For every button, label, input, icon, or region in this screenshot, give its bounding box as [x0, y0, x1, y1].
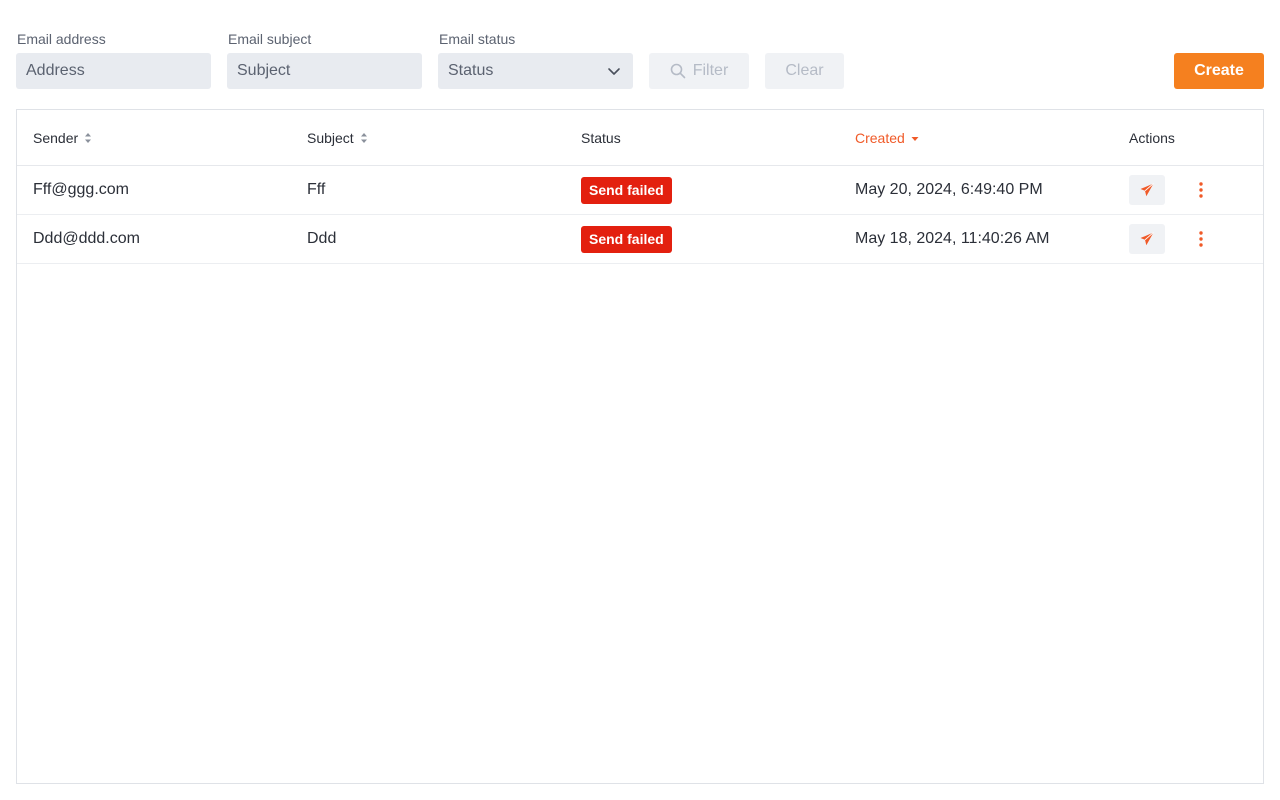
- chevron-down-icon: [608, 68, 620, 75]
- cell-sender: Fff@ggg.com: [33, 181, 129, 198]
- status-badge: Send failed: [581, 226, 672, 253]
- table-row: Fff@ggg.com Fff Send failed May 20, 2024…: [17, 166, 1263, 215]
- clear-button-label: Clear: [785, 62, 824, 79]
- column-header-actions-label: Actions: [1129, 130, 1175, 146]
- filter-toolbar: Email address Email subject Email status…: [16, 0, 1264, 109]
- status-select-value: Status: [448, 62, 494, 79]
- address-filter-label: Email address: [17, 31, 106, 47]
- row-menu-button[interactable]: [1193, 224, 1209, 254]
- column-header-actions: Actions: [1129, 110, 1175, 166]
- clear-button[interactable]: Clear: [765, 53, 844, 89]
- cell-subject: Ddd: [307, 230, 337, 247]
- filter-button-label: Filter: [692, 62, 729, 79]
- column-header-created[interactable]: Created: [855, 110, 919, 166]
- email-table: Sender Subject Status Created Actions Ff…: [16, 109, 1264, 784]
- sort-desc-icon: [911, 137, 919, 141]
- cell-subject: Fff: [307, 181, 326, 198]
- filter-button[interactable]: Filter: [649, 53, 749, 89]
- status-filter: Email status Status: [438, 31, 633, 89]
- status-badge: Send failed: [581, 177, 672, 204]
- more-vertical-icon: [1199, 231, 1203, 247]
- column-header-sender[interactable]: Sender: [33, 110, 92, 166]
- cell-created: May 18, 2024, 11:40:26 AM: [855, 230, 1050, 247]
- column-header-subject[interactable]: Subject: [307, 110, 368, 166]
- more-vertical-icon: [1199, 182, 1203, 198]
- subject-input[interactable]: [227, 53, 422, 89]
- column-header-status-label: Status: [581, 130, 621, 146]
- create-button[interactable]: Create: [1174, 53, 1264, 89]
- paper-plane-icon: [1140, 232, 1154, 246]
- sort-icon: [85, 133, 92, 143]
- cell-created: May 20, 2024, 6:49:40 PM: [855, 181, 1043, 198]
- subject-filter-label: Email subject: [228, 31, 312, 47]
- column-header-created-label: Created: [855, 130, 905, 146]
- sort-icon: [360, 133, 367, 143]
- column-header-subject-label: Subject: [307, 130, 354, 146]
- address-filter: Email address: [16, 31, 211, 89]
- subject-filter: Email subject: [227, 31, 422, 89]
- cell-sender: Ddd@ddd.com: [33, 230, 140, 247]
- resend-button[interactable]: [1129, 224, 1165, 254]
- address-input[interactable]: [16, 53, 211, 89]
- search-icon: [670, 63, 686, 79]
- table-header: Sender Subject Status Created Actions: [17, 110, 1263, 166]
- status-select[interactable]: Status: [438, 53, 633, 89]
- status-filter-label: Email status: [439, 31, 516, 47]
- paper-plane-icon: [1140, 183, 1154, 197]
- column-header-sender-label: Sender: [33, 130, 79, 146]
- create-button-label: Create: [1194, 62, 1244, 79]
- column-header-status: Status: [581, 110, 621, 166]
- row-menu-button[interactable]: [1193, 175, 1209, 205]
- resend-button[interactable]: [1129, 175, 1165, 205]
- table-row: Ddd@ddd.com Ddd Send failed May 18, 2024…: [17, 215, 1263, 264]
